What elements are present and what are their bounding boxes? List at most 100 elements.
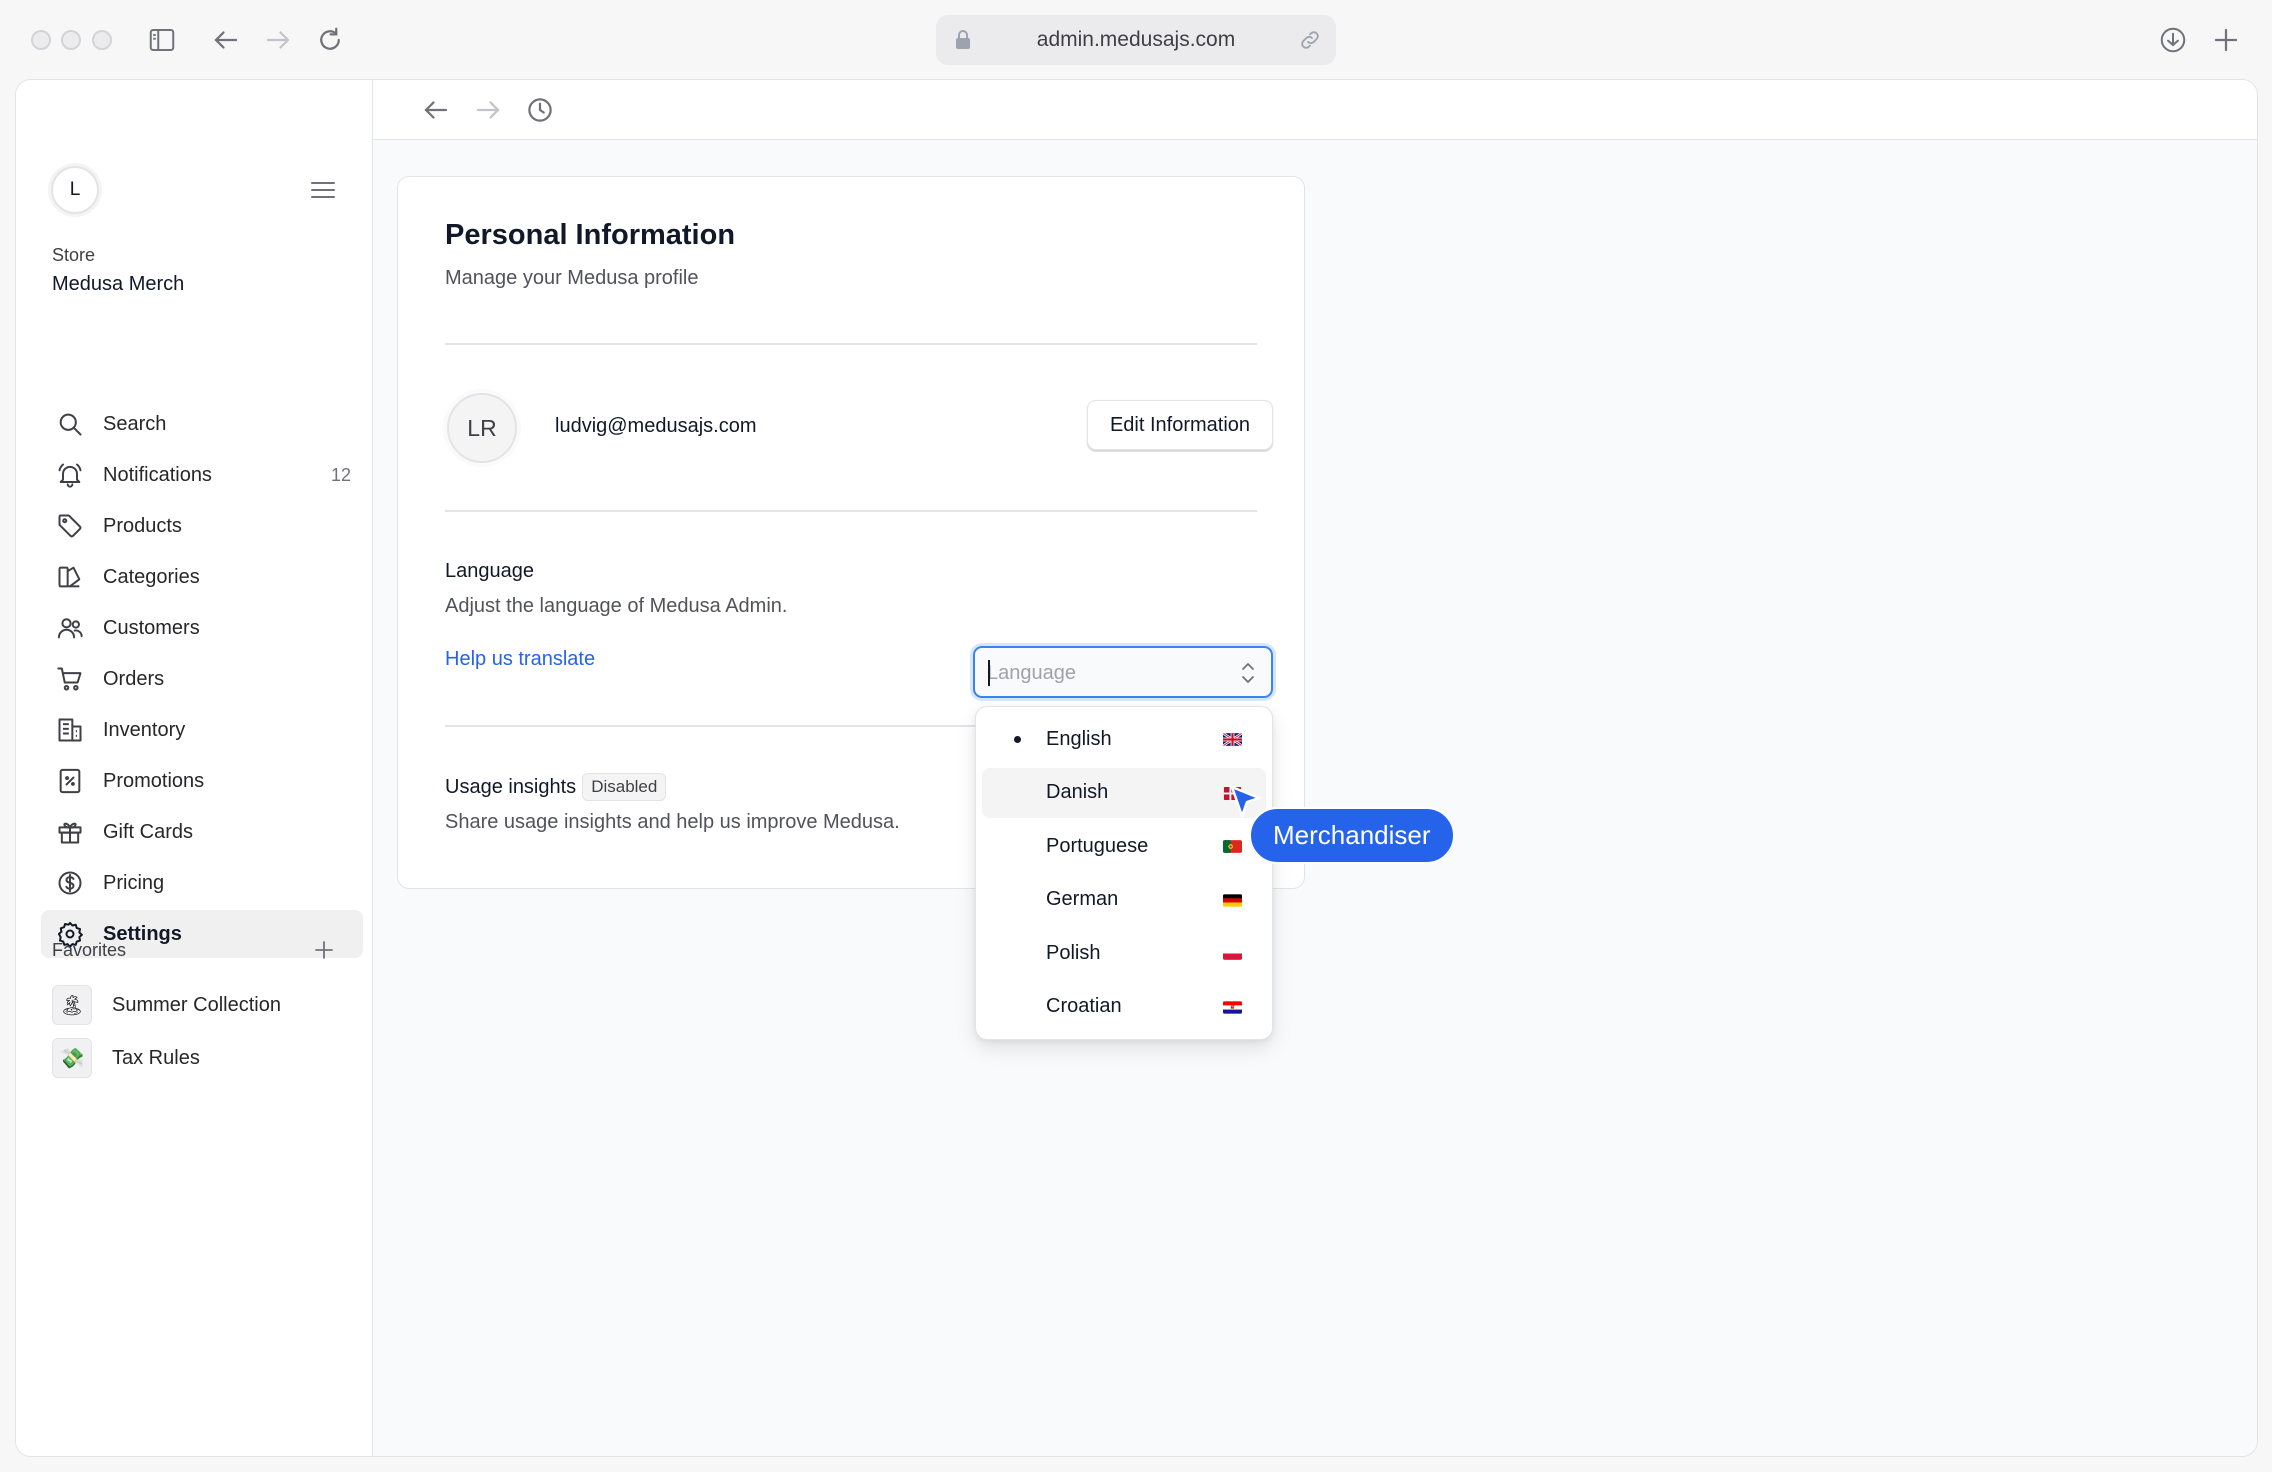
text-caret xyxy=(988,660,990,686)
language-option-polish[interactable]: Polish xyxy=(982,928,1266,978)
option-label: Portuguese xyxy=(1046,834,1149,857)
reload-icon[interactable] xyxy=(310,20,350,60)
sidebar-item-label: Products xyxy=(103,514,182,537)
sidebar-item-label: Gift Cards xyxy=(103,820,194,843)
collaborator-name-label: Merchandiser xyxy=(1249,807,1455,864)
sidebar-item-categories[interactable]: Categories xyxy=(41,553,363,601)
sidebar-item-orders[interactable]: Orders xyxy=(41,655,363,703)
usage-insights-heading: Usage insights Disabled xyxy=(445,773,667,801)
language-description: Adjust the language of Medusa Admin. xyxy=(445,595,788,617)
croatia-flag-icon xyxy=(1223,1001,1242,1014)
sidebar-toggle-icon[interactable] xyxy=(142,20,182,60)
sidebar: L Store Medusa Merch Search Notification… xyxy=(16,80,373,1456)
usage-insights-label: Usage insights xyxy=(445,775,577,798)
uk-flag-icon xyxy=(1223,733,1242,746)
sidebar-item-search[interactable]: Search xyxy=(41,400,363,448)
gift-icon xyxy=(55,817,85,847)
menu-icon[interactable] xyxy=(309,178,337,202)
categories-icon xyxy=(55,562,85,592)
favorite-label: Summer Collection xyxy=(112,993,281,1016)
history-forward-icon[interactable] xyxy=(473,95,503,125)
favorite-item-summer-collection[interactable]: 🏝 Summer Collection xyxy=(52,984,281,1026)
cart-icon xyxy=(55,664,85,694)
store-name: Medusa Merch xyxy=(52,273,185,295)
option-label: Polish xyxy=(1046,941,1101,964)
window-close-button[interactable] xyxy=(31,30,51,50)
building-icon xyxy=(55,715,85,745)
option-label: Croatian xyxy=(1046,995,1122,1018)
sidebar-item-gift-cards[interactable]: Gift Cards xyxy=(41,808,363,856)
favorite-item-tax-rules[interactable]: 💸 Tax Rules xyxy=(52,1037,200,1079)
option-label: German xyxy=(1046,888,1119,911)
money-wings-emoji-icon: 💸 xyxy=(52,1038,92,1078)
portugal-flag-icon xyxy=(1223,840,1242,854)
poland-flag-icon xyxy=(1223,947,1242,961)
url-text: admin.medusajs.com xyxy=(1036,28,1236,51)
language-option-english[interactable]: English xyxy=(982,714,1266,764)
download-icon[interactable] xyxy=(2153,20,2193,60)
address-bar[interactable]: admin.medusajs.com xyxy=(936,15,1336,65)
sidebar-item-label: Notifications xyxy=(103,463,212,486)
selected-indicator-dot xyxy=(1014,736,1021,743)
sidebar-item-customers[interactable]: Customers xyxy=(41,604,363,652)
store-label: Store xyxy=(52,245,96,265)
germany-flag-icon xyxy=(1223,894,1242,907)
lock-icon xyxy=(956,30,970,49)
dollar-circle-icon xyxy=(55,868,85,898)
sidebar-item-label: Promotions xyxy=(103,769,205,792)
user-avatar: LR xyxy=(447,393,517,463)
language-dropdown: English Danish Portuguese German Polish … xyxy=(975,706,1273,1040)
store-avatar[interactable]: L xyxy=(51,166,99,214)
usage-insights-description: Share usage insights and help us improve… xyxy=(445,811,900,833)
forward-arrow-icon[interactable] xyxy=(258,20,298,60)
bell-icon xyxy=(55,460,85,490)
sidebar-item-promotions[interactable]: Promotions xyxy=(41,757,363,805)
sidebar-item-label: Orders xyxy=(103,667,165,690)
status-badge: Disabled xyxy=(582,773,667,801)
edit-information-button[interactable]: Edit Information xyxy=(1087,400,1273,450)
sidebar-item-products[interactable]: Products xyxy=(41,502,363,550)
content-topbar xyxy=(373,80,2257,140)
user-email: ludvig@medusajs.com xyxy=(555,415,757,437)
window-minimize-button[interactable] xyxy=(61,30,81,50)
new-tab-plus-icon[interactable] xyxy=(2206,20,2246,60)
sidebar-item-notifications[interactable]: Notifications 12 xyxy=(41,451,363,499)
page-subtitle: Manage your Medusa profile xyxy=(445,267,699,289)
island-emoji-icon: 🏝 xyxy=(52,985,92,1025)
page-title: Personal Information xyxy=(445,219,736,251)
tag-icon xyxy=(55,511,85,541)
window-zoom-button[interactable] xyxy=(92,30,112,50)
language-search-input[interactable] xyxy=(987,658,1217,688)
help-translate-link[interactable]: Help us translate xyxy=(445,648,595,671)
language-option-portuguese[interactable]: Portuguese xyxy=(982,821,1266,871)
users-icon xyxy=(55,613,85,643)
divider xyxy=(445,343,1257,345)
receipt-percent-icon xyxy=(55,766,85,796)
language-heading: Language xyxy=(445,560,534,582)
history-back-icon[interactable] xyxy=(421,95,451,125)
language-option-danish[interactable]: Danish xyxy=(982,767,1266,818)
back-arrow-icon[interactable] xyxy=(206,20,246,60)
chevron-up-down-icon[interactable] xyxy=(1239,660,1257,686)
favorite-label: Tax Rules xyxy=(112,1046,200,1069)
history-clock-icon[interactable] xyxy=(525,95,555,125)
language-select[interactable] xyxy=(973,646,1273,698)
sidebar-item-label: Pricing xyxy=(103,871,165,894)
divider xyxy=(445,510,1257,512)
browser-chrome: admin.medusajs.com xyxy=(0,0,2272,80)
language-option-croatian[interactable]: Croatian xyxy=(982,982,1266,1032)
add-favorite-plus-icon[interactable] xyxy=(312,938,336,962)
notifications-count: 12 xyxy=(330,464,351,485)
app-window: L Store Medusa Merch Search Notification… xyxy=(15,79,2258,1457)
sidebar-nav: Search Notifications 12 Products Categor… xyxy=(41,400,363,961)
sidebar-item-label: Inventory xyxy=(103,718,186,741)
sidebar-item-inventory[interactable]: Inventory xyxy=(41,706,363,754)
option-label: English xyxy=(1046,727,1112,750)
favorites-heading: Favorites xyxy=(52,940,127,960)
language-option-german[interactable]: German xyxy=(982,875,1266,925)
link-icon[interactable] xyxy=(1298,28,1322,52)
sidebar-item-label: Customers xyxy=(103,616,200,639)
sidebar-item-pricing[interactable]: Pricing xyxy=(41,859,363,907)
option-label: Danish xyxy=(1046,781,1109,804)
sidebar-item-label: Search xyxy=(103,412,167,435)
